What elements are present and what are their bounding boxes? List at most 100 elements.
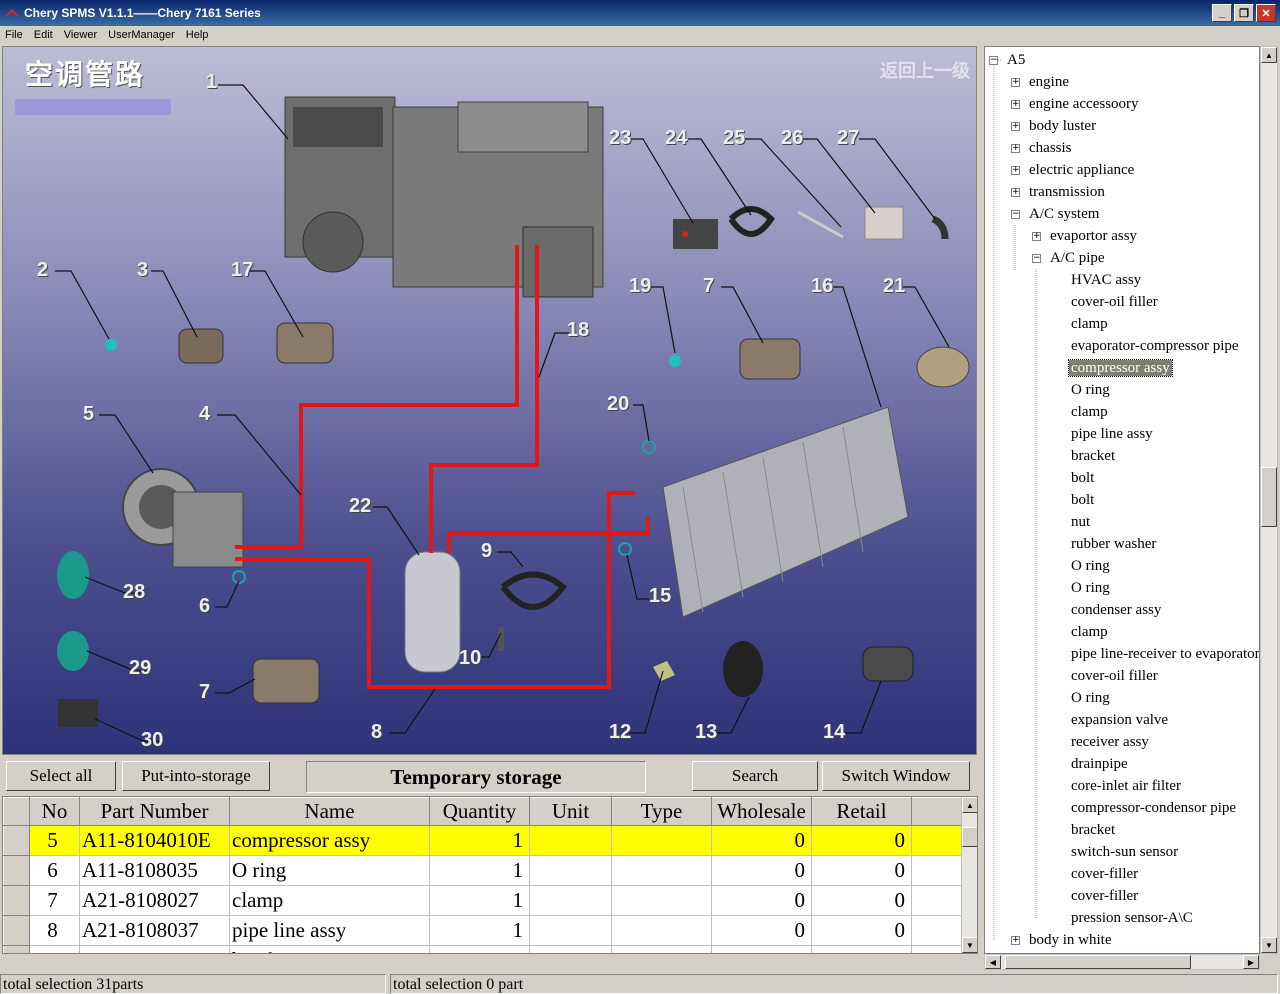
cell-wholesale[interactable]: 0 [711, 915, 812, 946]
cell-no[interactable]: 6 [29, 855, 80, 886]
callout-2[interactable]: 2 [37, 259, 48, 282]
evaporator-compressor-pipe[interactable] [235, 245, 519, 549]
bracket-27-image[interactable] [931, 215, 949, 240]
cell-quantity[interactable]: 1 [429, 915, 530, 946]
expansion-valve-image[interactable] [916, 346, 970, 388]
col-header-unit[interactable]: Unit [529, 797, 612, 826]
clamp-17-image[interactable] [276, 322, 334, 364]
callout-3[interactable]: 3 [137, 259, 148, 282]
tree-scroll-thumb[interactable] [1261, 467, 1277, 527]
nut-12-image[interactable] [653, 661, 675, 681]
col-header-type[interactable]: Type [611, 797, 712, 826]
expand-icon[interactable]: + [1011, 936, 1020, 945]
menu-file[interactable]: File [0, 29, 29, 41]
collapse-icon[interactable]: − [1032, 254, 1041, 263]
col-header-quantity[interactable]: Quantity [429, 797, 530, 826]
clamp-7b-image[interactable] [252, 658, 320, 704]
callout-29[interactable]: 29 [129, 657, 151, 680]
expand-icon[interactable]: + [1032, 232, 1041, 241]
callout-19[interactable]: 19 [629, 275, 651, 298]
table-row[interactable]: 7 A21-8108027 clamp 1 0 0 [3, 885, 962, 916]
select-all-button[interactable]: Select all [6, 761, 116, 791]
cell-name[interactable]: clamp [229, 885, 430, 916]
cell-unit[interactable] [529, 855, 612, 886]
cell-name[interactable]: bracket [229, 945, 430, 953]
collapse-icon[interactable]: − [989, 56, 998, 65]
tree-item-clamp[interactable]: clamp [1069, 621, 1110, 643]
tree-item-cover-oil-filler[interactable]: cover-oil filler [1069, 291, 1160, 313]
tree-item-pipe-line-receiver-to-evaporator[interactable]: pipe line-receiver to evaporator [1069, 643, 1259, 665]
tree-item-bracket[interactable]: bracket [1069, 819, 1117, 841]
expand-icon[interactable]: + [1011, 144, 1020, 153]
callout-17[interactable]: 17 [231, 259, 253, 282]
collapse-icon[interactable]: − [1011, 210, 1020, 219]
callout-14[interactable]: 14 [823, 721, 845, 744]
cell-part-number[interactable]: A21-8108037 [79, 915, 230, 946]
tree-scroll-left-icon[interactable]: ◀ [985, 955, 1001, 969]
callout-18[interactable]: 18 [567, 319, 589, 342]
cell-no[interactable]: 8 [29, 915, 80, 946]
scroll-thumb[interactable] [962, 827, 977, 847]
callout-23[interactable]: 23 [609, 127, 631, 150]
maximize-button[interactable]: ❐ [1234, 4, 1254, 22]
callout-15[interactable]: 15 [649, 585, 671, 608]
grid-vertical-scrollbar[interactable]: ▲ ▼ [961, 797, 977, 953]
tree-item-electric-appliance[interactable]: + electric appliance [1011, 159, 1136, 181]
callout-4[interactable]: 4 [199, 403, 210, 426]
o-ring-15-image[interactable] [618, 542, 632, 556]
cell-name[interactable]: pipe line assy [229, 915, 430, 946]
callout-30[interactable]: 30 [141, 729, 163, 752]
tree-item-rubber-washer[interactable]: rubber washer [1069, 533, 1158, 555]
cell-wholesale[interactable]: 0 [711, 825, 812, 856]
table-row[interactable]: 6 A11-8108035 O ring 1 0 0 [3, 855, 962, 886]
switch-window-button[interactable]: Switch Window [822, 761, 970, 791]
expand-icon[interactable]: + [1011, 166, 1020, 175]
tree-item-bolt[interactable]: bolt [1069, 489, 1096, 511]
compressor-assy-image[interactable] [122, 468, 244, 568]
menu-edit[interactable]: Edit [29, 29, 59, 41]
tree-item-pression-sensor-a-c[interactable]: pression sensor-A\C [1069, 907, 1195, 929]
cell-type[interactable] [611, 945, 712, 953]
callout-8[interactable]: 8 [371, 721, 382, 744]
cell-retail[interactable]: 0 [811, 825, 912, 856]
back-to-parent-link[interactable]: 返回上一级 [880, 57, 970, 83]
menu-help[interactable]: Help [181, 29, 215, 41]
callout-13[interactable]: 13 [695, 721, 717, 744]
callout-16[interactable]: 16 [811, 275, 833, 298]
tree-hscroll-thumb[interactable] [1005, 955, 1191, 969]
cell-no[interactable]: 5 [29, 825, 80, 856]
cell-part-number[interactable]: A11-8104010E [79, 825, 230, 856]
expand-icon[interactable]: + [1011, 188, 1020, 197]
tree-item-chassis[interactable]: + chassis [1011, 137, 1074, 159]
callout-6[interactable]: 6 [199, 595, 210, 618]
expand-icon[interactable]: + [1011, 100, 1020, 109]
cell-part-number[interactable]: B11-8108117 [79, 945, 230, 953]
tree-item-o-ring[interactable]: O ring [1069, 555, 1112, 577]
tree-item-o-ring[interactable]: O ring [1069, 687, 1112, 709]
tree-item-drainpipe[interactable]: drainpipe [1069, 753, 1130, 775]
o-ring-2-image[interactable] [105, 339, 117, 351]
tree-item-expansion-valve[interactable]: expansion valve [1069, 709, 1170, 731]
clamp-24-image[interactable] [728, 206, 775, 237]
callout-7b[interactable]: 7 [199, 681, 210, 704]
cover-filler-29-image[interactable] [57, 631, 89, 671]
tree-item-clamp[interactable]: clamp [1069, 401, 1110, 423]
callout-21[interactable]: 21 [883, 275, 905, 298]
cell-retail[interactable]: 0 [811, 945, 912, 953]
cell-quantity[interactable]: 1 [429, 945, 530, 953]
tree-item-cover-filler[interactable]: cover-filler [1069, 885, 1140, 907]
scroll-down-icon[interactable]: ▼ [962, 937, 977, 953]
cell-type[interactable] [611, 825, 712, 856]
put-into-storage-button[interactable]: Put-into-storage [122, 761, 270, 791]
col-header-name[interactable]: Name [229, 797, 430, 826]
menu-viewer[interactable]: Viewer [59, 29, 103, 41]
tree-item-hvac-assy[interactable]: HVAC assy [1069, 269, 1143, 291]
callout-26[interactable]: 26 [781, 127, 803, 150]
tree-item-evaportor-assy[interactable]: + evaportor assy [1032, 225, 1139, 247]
tree-item-engine[interactable]: + engine [1011, 71, 1071, 93]
tree-item-switch-sun-sensor[interactable]: switch-sun sensor [1069, 841, 1180, 863]
callout-10[interactable]: 10 [459, 647, 481, 670]
tree-item-nut[interactable]: nut [1069, 511, 1092, 533]
pipe-line-receiver-to-evaporator[interactable] [429, 245, 539, 553]
cell-quantity[interactable]: 1 [429, 825, 530, 856]
